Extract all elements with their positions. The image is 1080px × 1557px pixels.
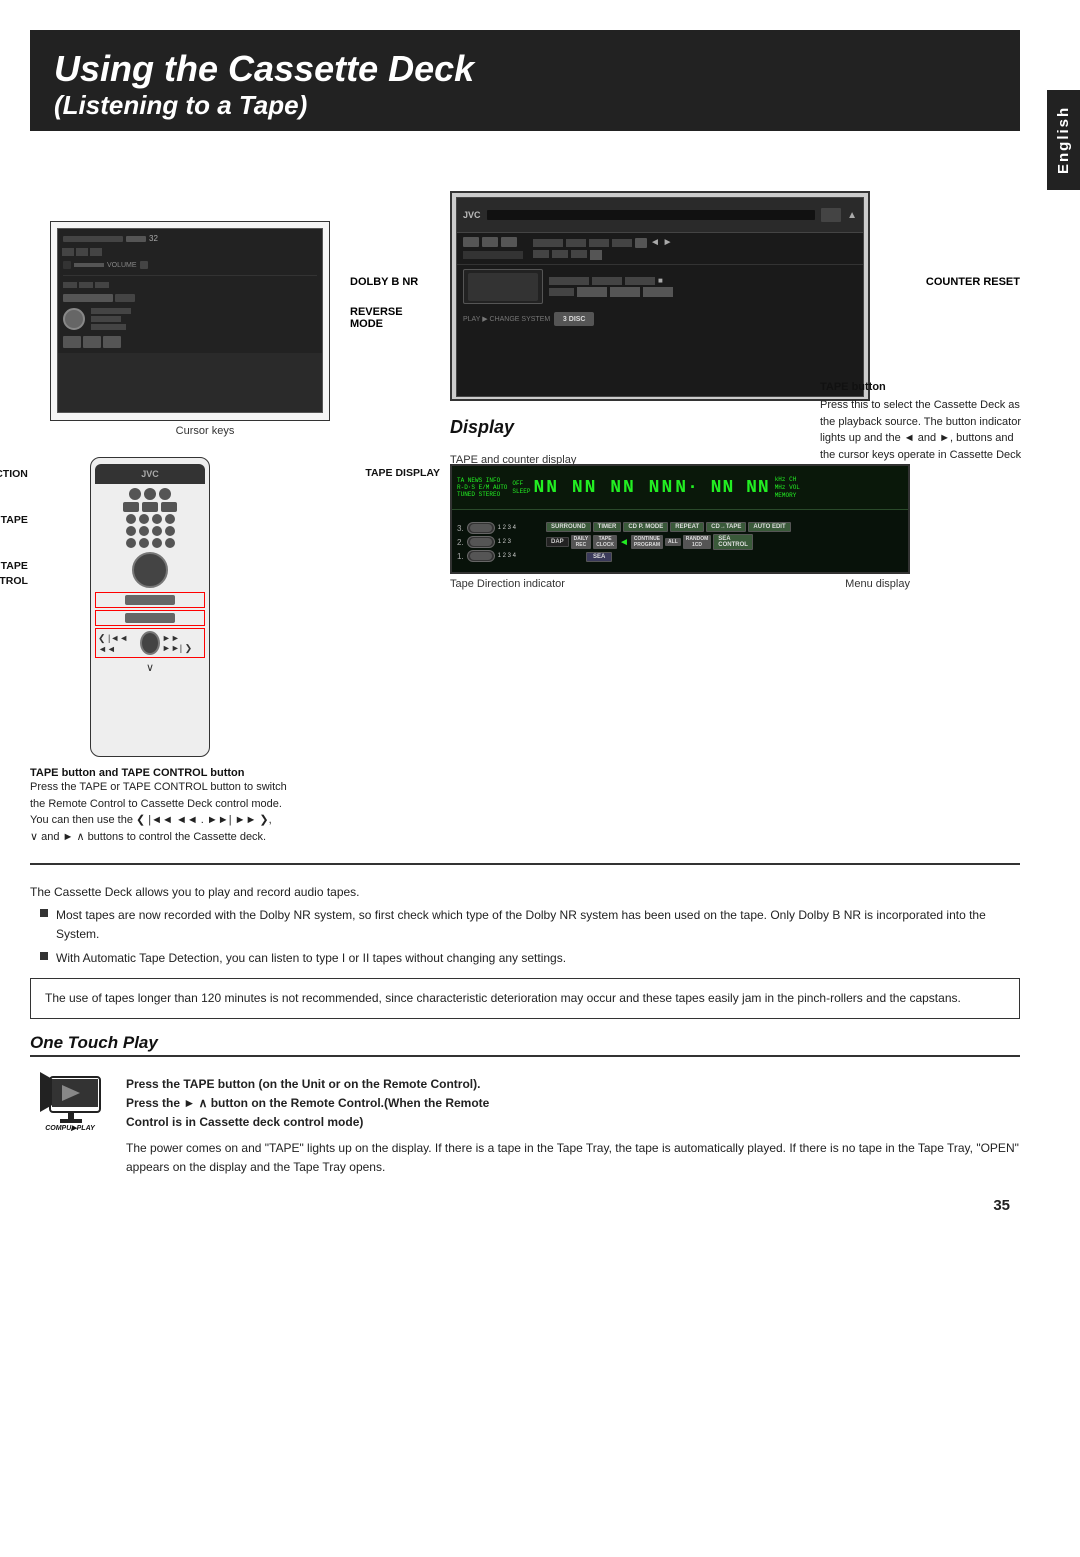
compu-play-logo: COMPU▶PLAY — [30, 1067, 110, 1127]
remote-diagram: JVC — [90, 457, 210, 757]
bullet-item-1: Most tapes are now recorded with the Dol… — [30, 906, 1020, 944]
tape-control-annotation: TAPE button and TAPE CONTROL button Pres… — [30, 767, 340, 845]
cursor-keys-label: Cursor keys — [70, 425, 340, 437]
english-tab: English — [1047, 90, 1080, 190]
one-touch-section: One Touch Play — [30, 1033, 1020, 1177]
text-intro: The Cassette Deck allows you to play and… — [30, 883, 1020, 968]
section-divider — [30, 863, 1020, 865]
bullet-icon-2 — [40, 952, 48, 960]
deck-diagram: JVC ▲ — [450, 191, 870, 401]
one-touch-title: One Touch Play — [30, 1033, 525, 1057]
tape-counter-display: TA NEWS INFO R-D·S E/M AUTO TUNED STEREO… — [450, 464, 910, 574]
menu-display-label: Menu display — [845, 578, 910, 590]
reverse-mode-label: REVERSEMODE — [350, 306, 403, 330]
bullet-icon — [40, 909, 48, 917]
main-content: Tape Tray 32 — [30, 131, 1020, 1224]
tape-direction-label: TAPE DIRECTION TAPE TAPECONTROL — [0, 467, 28, 590]
header-section: Using the Cassette Deck (Listening to a … — [30, 30, 1020, 131]
tape-direction-indicator-label: Tape Direction indicator — [450, 578, 565, 590]
dolby-b-nr-label: DOLBY B NR — [350, 276, 418, 288]
counter-reset-label: COUNTER RESET — [926, 276, 1020, 288]
warning-box: The use of tapes longer than 120 minutes… — [30, 978, 1020, 1019]
unit-diagram: 32 VOLUME — [50, 221, 330, 421]
one-touch-body: Press the TAPE button (on the Unit or on… — [126, 1075, 1020, 1177]
page-title: Using the Cassette Deck — [54, 48, 996, 90]
page-number: 35 — [30, 1197, 1010, 1214]
bullet-item-2: With Automatic Tape Detection, you can l… — [30, 949, 1020, 968]
page-subtitle: (Listening to a Tape) — [54, 90, 996, 121]
